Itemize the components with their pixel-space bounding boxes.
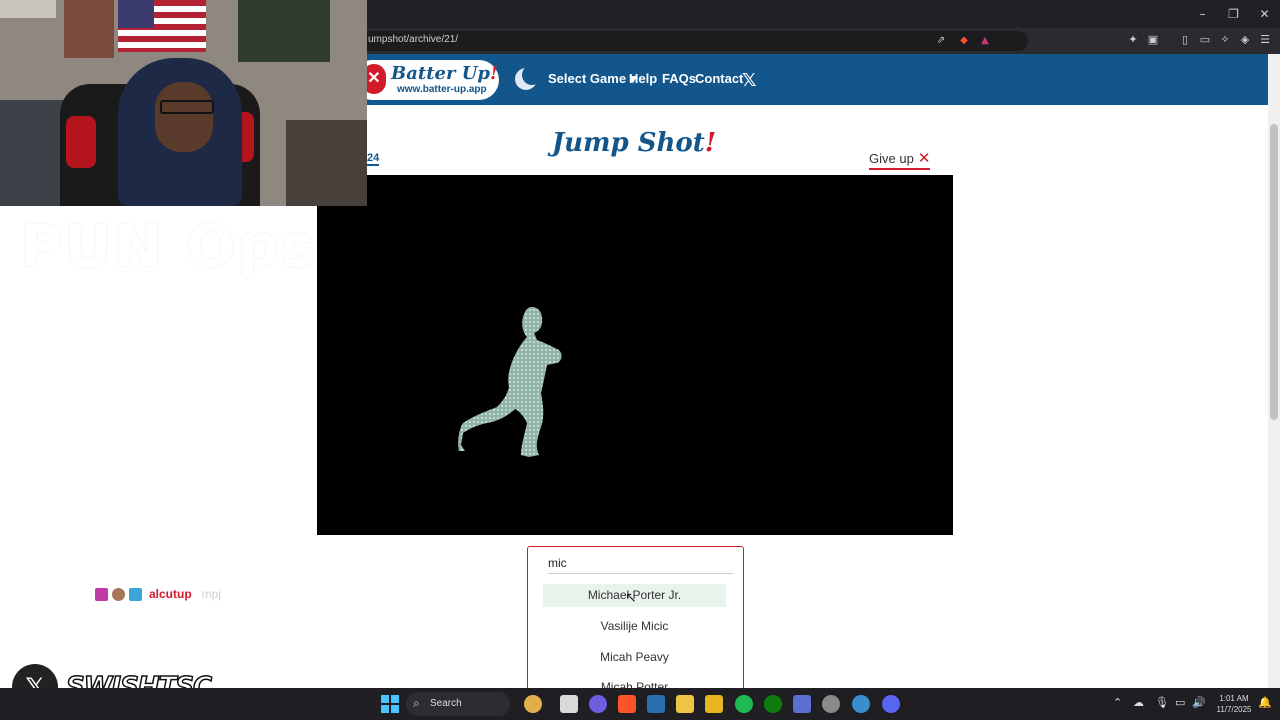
minimize-button[interactable]: – xyxy=(1187,0,1218,28)
emote-badge-icon xyxy=(112,587,125,601)
share-icon[interactable]: ⇗ xyxy=(934,34,948,48)
chat-message: alcutup mpj xyxy=(95,586,221,602)
app-icon[interactable] xyxy=(852,695,870,713)
extensions-icon[interactable]: ✦ xyxy=(1126,33,1140,47)
stream-overlay-text: PUN Ops xyxy=(20,212,318,280)
nav-faqs[interactable]: FAQs xyxy=(662,71,696,86)
tab-search-icon[interactable]: ▣ xyxy=(1146,33,1160,47)
widgets-icon[interactable] xyxy=(524,695,542,713)
app-icon[interactable] xyxy=(793,695,811,713)
file-explorer-icon[interactable] xyxy=(676,695,694,713)
clock-date: 11/7/2025 xyxy=(1216,705,1252,714)
logo-title[interactable]: Batter Up! xyxy=(391,63,498,84)
menu-icon[interactable]: ☰ xyxy=(1258,33,1272,47)
app-icon[interactable] xyxy=(822,695,840,713)
subscriber-badge-icon xyxy=(95,587,108,601)
chat-username: alcutup xyxy=(149,587,192,601)
taskbar: ⌕ Search ⌃ ☁ 🎙 ▭ 🔊 1:01 AM 11/7/2025 🔔 xyxy=(0,688,1280,720)
windows-start-icon[interactable] xyxy=(381,695,399,713)
logo-url: www.batter-up.app xyxy=(397,84,487,95)
app-stack-icon[interactable] xyxy=(705,695,723,713)
nav-select-game[interactable]: Select Game ▾ xyxy=(548,71,636,87)
chat-text: mpj xyxy=(201,587,222,601)
close-window-button[interactable]: ✕ xyxy=(1249,0,1280,28)
task-view-icon[interactable] xyxy=(560,695,578,713)
nav-help[interactable]: Help xyxy=(629,71,657,86)
webcam-overlay xyxy=(0,0,367,206)
sidebar-icon[interactable]: ▯ xyxy=(1178,33,1192,47)
suggestion-item[interactable]: Micah Peavy xyxy=(543,646,726,669)
crown-badge-icon xyxy=(129,587,142,601)
window-controls: – ❐ ✕ xyxy=(1187,0,1280,28)
mouse-cursor-icon: ↖ xyxy=(625,590,637,606)
wallet-icon[interactable]: ▭ xyxy=(1198,33,1212,47)
restore-button[interactable]: ❐ xyxy=(1218,0,1249,28)
taskbar-search-label: Search xyxy=(430,698,462,709)
microphone-icon[interactable]: 🎙 xyxy=(1155,696,1169,709)
xbox-icon[interactable] xyxy=(764,695,782,713)
url-text[interactable]: umpshot/archive/21/ xyxy=(368,34,458,45)
onedrive-icon[interactable]: ☁ xyxy=(1133,696,1144,709)
close-icon: ✕ xyxy=(917,149,931,167)
brave-shields-icon[interactable]: ◆ xyxy=(957,34,971,48)
clock-time: 1:01 AM xyxy=(1219,694,1249,703)
silhouette-shape xyxy=(458,307,562,457)
archive-number-link[interactable]: 24 xyxy=(367,152,380,166)
give-up-button[interactable]: Give up ✕ xyxy=(869,149,931,170)
volume-icon[interactable]: 🔊 xyxy=(1192,696,1206,709)
steam-icon[interactable] xyxy=(647,695,665,713)
player-silhouette xyxy=(458,307,562,457)
scroll-thumb[interactable] xyxy=(1270,124,1278,420)
vpn-icon[interactable]: ◈ xyxy=(1238,33,1252,47)
taskbar-search[interactable]: ⌕ Search xyxy=(406,692,510,716)
copilot-icon[interactable] xyxy=(589,695,607,713)
leo-ai-icon[interactable]: ✧ xyxy=(1218,33,1232,47)
address-bar[interactable]: umpshot/archive/21/ ⇗ ◆ ▲ xyxy=(360,31,1028,51)
taskbar-clock[interactable]: 1:01 AM 11/7/2025 xyxy=(1212,693,1256,715)
search-icon: ⌕ xyxy=(413,696,420,710)
network-icon[interactable]: ▭ xyxy=(1175,696,1185,709)
suggestion-item[interactable]: Micah Potter xyxy=(543,677,726,688)
nav-contact[interactable]: Contact xyxy=(695,71,743,86)
dark-mode-toggle-icon[interactable] xyxy=(513,66,539,92)
page-scrollbar[interactable] xyxy=(1268,54,1280,688)
x-social-icon[interactable]: 𝕏 xyxy=(742,70,757,91)
suggestion-item[interactable]: Vasilije Micic xyxy=(543,615,726,638)
spotify-icon[interactable] xyxy=(735,695,753,713)
player-search-input[interactable] xyxy=(548,553,733,574)
player-silhouette-canvas xyxy=(317,175,953,535)
discord-icon[interactable] xyxy=(882,695,900,713)
notification-bell-icon[interactable]: 🔔 xyxy=(1258,696,1272,709)
brave-rewards-icon[interactable]: ▲ xyxy=(978,34,992,48)
brave-browser-icon[interactable] xyxy=(618,695,636,713)
tray-overflow-icon[interactable]: ⌃ xyxy=(1113,696,1122,709)
